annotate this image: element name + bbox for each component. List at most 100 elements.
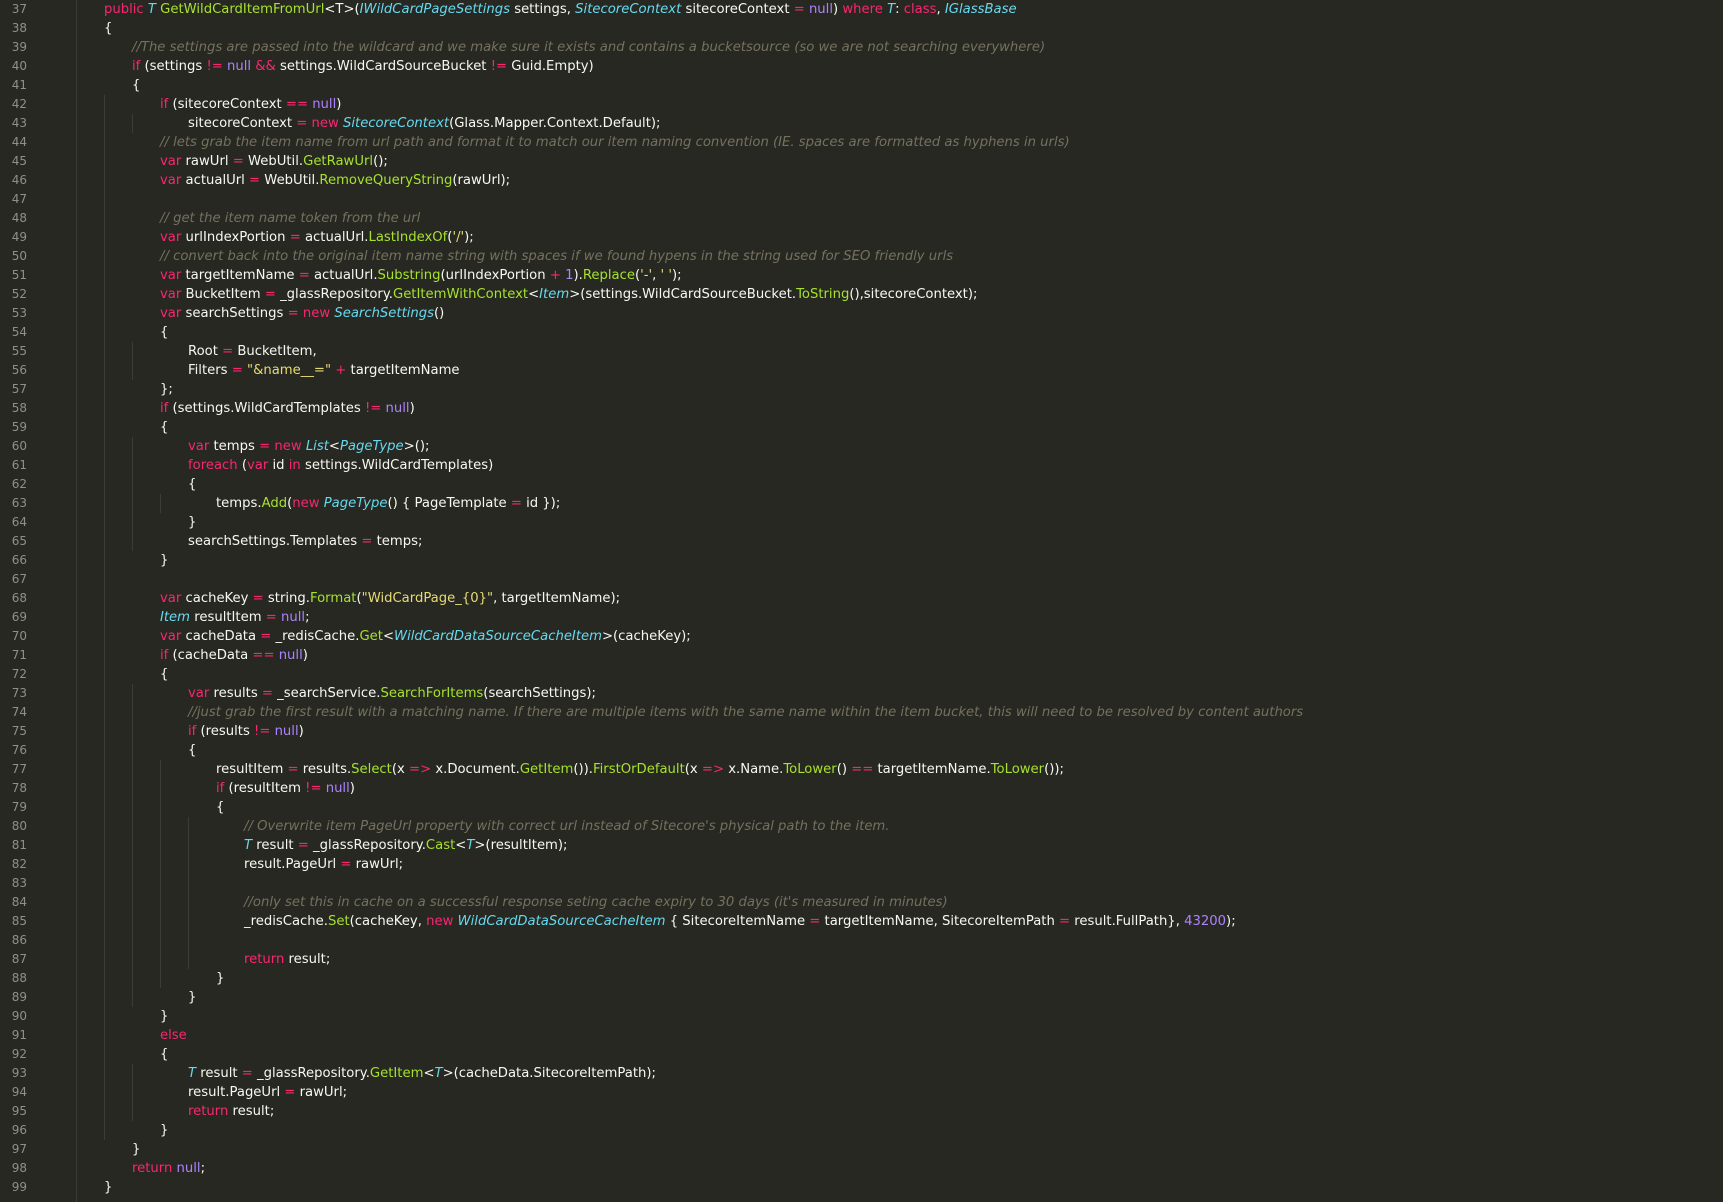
code-text[interactable]: if (settings.WildCardTemplates != null) [160, 399, 415, 418]
code-line[interactable]: 63 temps.Add(new PageType() { PageTemplat… [0, 494, 1723, 513]
code-line[interactable]: 97} [0, 1140, 1723, 1159]
code-text[interactable]: } [132, 1140, 140, 1159]
code-line[interactable]: 39 //The settings are passed into the wil… [0, 38, 1723, 57]
code-text[interactable]: } [160, 1121, 168, 1140]
code-line[interactable]: 71 if (cacheData == null) [0, 646, 1723, 665]
code-text[interactable]: { [216, 798, 224, 817]
code-line[interactable]: 75 if (results != null) [0, 722, 1723, 741]
code-line[interactable]: 87 return result; [0, 950, 1723, 969]
code-text[interactable]: // lets grab the item name from url path… [160, 133, 1070, 152]
code-text[interactable]: return result; [188, 1102, 274, 1121]
code-text[interactable]: return result; [244, 950, 330, 969]
code-line[interactable]: 89} [0, 988, 1723, 1007]
code-text[interactable]: Item resultItem = null; [160, 608, 310, 627]
code-line[interactable]: 77 resultItem = results.Select(x => x.Doc… [0, 760, 1723, 779]
code-line[interactable]: 85 _redisCache.Set(cacheKey, new WildCard… [0, 912, 1723, 931]
code-text[interactable]: Filters = "&name__=" + targetItemName [188, 361, 460, 380]
code-text[interactable]: sitecoreContext = new SitecoreContext(Gl… [188, 114, 660, 133]
code-line[interactable]: 65 searchSettings.Templates = temps; [0, 532, 1723, 551]
code-line[interactable]: 90} [0, 1007, 1723, 1026]
code-line[interactable]: 92 { [0, 1045, 1723, 1064]
code-line[interactable]: 67 [0, 570, 1723, 589]
code-text[interactable]: var cacheData = _redisCache.Get<WildCard… [160, 627, 691, 646]
code-text[interactable]: } [216, 969, 224, 988]
code-text[interactable]: public T GetWildCardItemFromUrl<T>(IWild… [104, 0, 1017, 19]
code-line[interactable]: 96} [0, 1121, 1723, 1140]
code-line[interactable]: 95 return result; [0, 1102, 1723, 1121]
code-line[interactable]: 93 T result = _glassRepository.GetItem<T>… [0, 1064, 1723, 1083]
code-line[interactable]: 52 var BucketItem = _glassRepository.GetI… [0, 285, 1723, 304]
code-text[interactable]: //only set this in cache on a successful… [244, 893, 948, 912]
code-line[interactable]: 54 { [0, 323, 1723, 342]
code-text[interactable]: { [160, 665, 168, 684]
code-text[interactable]: if (resultItem != null) [216, 779, 355, 798]
code-text[interactable]: temps.Add(new PageType() { PageTemplate … [216, 494, 560, 513]
code-text[interactable]: // get the item name token from the url [160, 209, 420, 228]
code-text[interactable]: var targetItemName = actualUrl.Substring… [160, 266, 682, 285]
code-line[interactable]: 61 foreach (var id in settings.WildCardTe… [0, 456, 1723, 475]
code-text[interactable]: { [160, 323, 168, 342]
code-text[interactable]: var searchSettings = new SearchSettings(… [160, 304, 444, 323]
code-line[interactable]: 66} [0, 551, 1723, 570]
code-text[interactable]: if (settings != null && settings.WildCar… [132, 57, 594, 76]
code-lines[interactable]: 37 public T GetWildCardItemFromUrl<T>(IWi… [0, 0, 1723, 1197]
code-line[interactable]: 69 Item resultItem = null; [0, 608, 1723, 627]
code-text[interactable]: { [160, 1045, 168, 1064]
code-text[interactable]: _redisCache.Set(cacheKey, new WildCardDa… [244, 912, 1236, 931]
code-text[interactable]: T result = _glassRepository.GetItem<T>(c… [188, 1064, 656, 1083]
code-line[interactable]: 82 result.PageUrl = rawUrl; [0, 855, 1723, 874]
code-text[interactable]: // convert back into the original item n… [160, 247, 953, 266]
code-text[interactable]: { [132, 76, 140, 95]
code-line[interactable]: 46 var actualUrl = WebUtil.RemoveQueryStr… [0, 171, 1723, 190]
code-text[interactable]: var BucketItem = _glassRepository.GetIte… [160, 285, 977, 304]
code-line[interactable]: 99} [0, 1178, 1723, 1197]
code-line[interactable]: 70 var cacheData = _redisCache.Get<WildCa… [0, 627, 1723, 646]
code-line[interactable]: 76 { [0, 741, 1723, 760]
code-text[interactable]: T result = _glassRepository.Cast<T>(resu… [244, 836, 568, 855]
code-text[interactable]: } [160, 1007, 168, 1026]
code-line[interactable]: 50 // convert back into the original item… [0, 247, 1723, 266]
code-line[interactable]: 40 if (settings != null && settings.WildC… [0, 57, 1723, 76]
code-line[interactable]: 88} [0, 969, 1723, 988]
code-line[interactable]: 94 result.PageUrl = rawUrl; [0, 1083, 1723, 1102]
code-line[interactable]: 86 [0, 931, 1723, 950]
code-text[interactable]: } [188, 513, 196, 532]
code-text[interactable]: { [160, 418, 168, 437]
code-text[interactable]: result.PageUrl = rawUrl; [244, 855, 403, 874]
code-line[interactable]: 64} [0, 513, 1723, 532]
code-line[interactable]: 73 var results = _searchService.SearchFor… [0, 684, 1723, 703]
code-line[interactable]: 38 { [0, 19, 1723, 38]
code-text[interactable]: //The settings are passed into the wildc… [132, 38, 1045, 57]
code-line[interactable]: 51 var targetItemName = actualUrl.Substri… [0, 266, 1723, 285]
code-text[interactable]: { [104, 19, 112, 38]
code-text[interactable]: { [188, 475, 196, 494]
code-line[interactable]: 53 var searchSettings = new SearchSetting… [0, 304, 1723, 323]
code-text[interactable]: searchSettings.Templates = temps; [188, 532, 422, 551]
code-line[interactable]: 74 //just grab the first result with a ma… [0, 703, 1723, 722]
code-line[interactable]: 57}; [0, 380, 1723, 399]
code-line[interactable]: 98 return null; [0, 1159, 1723, 1178]
code-text[interactable]: var cacheKey = string.Format("WidCardPag… [160, 589, 620, 608]
code-text[interactable]: return null; [132, 1159, 205, 1178]
code-line[interactable]: 79 { [0, 798, 1723, 817]
code-line[interactable]: 43 sitecoreContext = new SitecoreContext(… [0, 114, 1723, 133]
code-text[interactable]: resultItem = results.Select(x => x.Docum… [216, 760, 1064, 779]
code-text[interactable]: else [160, 1026, 187, 1045]
code-line[interactable]: 72 { [0, 665, 1723, 684]
code-text[interactable]: //just grab the first result with a matc… [188, 703, 1303, 722]
code-line[interactable]: 41 { [0, 76, 1723, 95]
code-text[interactable]: } [104, 1178, 112, 1197]
code-text[interactable]: Root = BucketItem, [188, 342, 317, 361]
code-text[interactable]: var rawUrl = WebUtil.GetRawUrl(); [160, 152, 388, 171]
code-line[interactable]: 48 // get the item name token from the ur… [0, 209, 1723, 228]
code-text[interactable]: }; [160, 380, 173, 399]
code-line[interactable]: 83 [0, 874, 1723, 893]
code-line[interactable]: 37 public T GetWildCardItemFromUrl<T>(IWi… [0, 0, 1723, 19]
code-text[interactable]: } [188, 988, 196, 1007]
code-line[interactable]: 42 if (sitecoreContext == null) [0, 95, 1723, 114]
code-line[interactable]: 62 { [0, 475, 1723, 494]
code-text[interactable]: if (cacheData == null) [160, 646, 308, 665]
code-text[interactable]: } [160, 551, 168, 570]
code-text[interactable]: if (results != null) [188, 722, 304, 741]
code-editor[interactable]: 37 public T GetWildCardItemFromUrl<T>(IWi… [0, 0, 1723, 1202]
